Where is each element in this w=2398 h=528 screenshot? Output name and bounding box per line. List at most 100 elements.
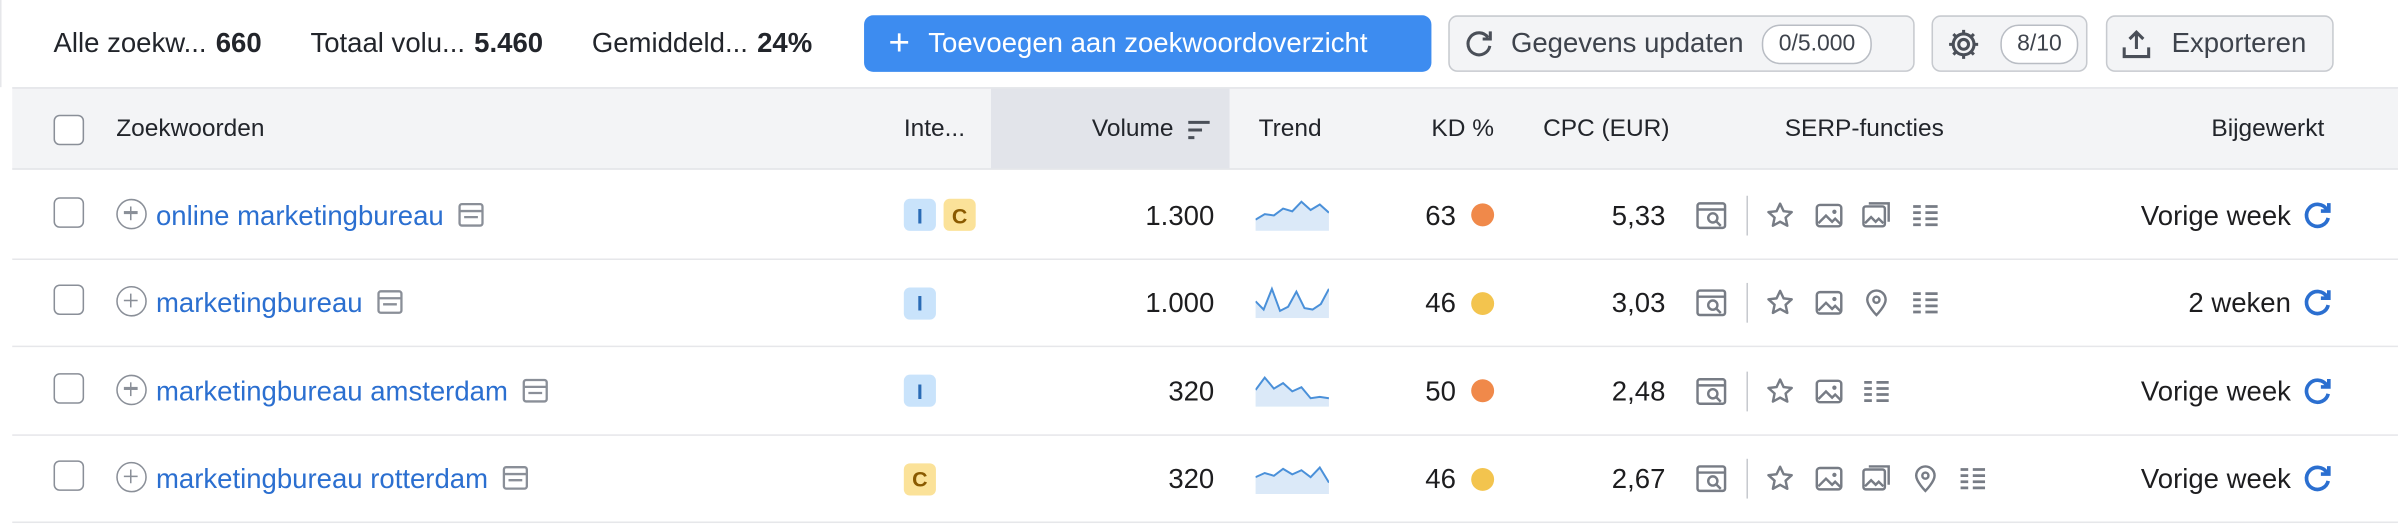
serp-divider [1746,194,1748,235]
keyword-link[interactable]: marketingbureau amsterdam [156,375,549,407]
settings-button[interactable]: 8/10 [1931,15,2088,72]
trend-sparkline [1254,369,1330,413]
star-icon [1765,288,1796,319]
add-keyword-icon[interactable] [116,461,147,493]
kd-value: 50 [1425,375,1456,407]
row-checkbox[interactable] [53,372,85,403]
stat-average: Gemiddeld... 24% [591,27,813,59]
serp-preview-icon[interactable] [457,201,485,227]
add-to-keyword-manager-button[interactable]: + Toevoegen aan zoekwoordoverzicht [864,15,1432,72]
column-updated[interactable]: Bijgewerkt [2211,116,2324,144]
keyword-link[interactable]: marketingbureau rotterdam [156,463,529,495]
image-icon [1813,375,1844,406]
upload-icon [2120,27,2154,61]
cpc-value: 2,67 [1611,463,1666,494]
table-row: marketingbureau rotterdam C 320 46 2,67 … [12,435,2398,524]
intent-badge-commercial: C [943,198,976,231]
intent-badge-informational: I [903,198,936,231]
table-row: marketingbureau I 1.000 46 3,03 2 weken [12,259,2398,348]
serp-preview-icon[interactable] [522,377,550,403]
stat-total-volume: Totaal volu... 5.460 [310,27,544,59]
serp-snapshot-icon[interactable] [1694,198,1728,232]
updated-value: 2 weken [2188,287,2291,319]
volume-value: 1.300 [1145,199,1215,231]
table-header: Zoekwoorden Inte... Volume Trend KD % CP… [12,87,2398,170]
kd-value: 46 [1425,287,1456,319]
stat-all-keywords: Alle zoekw... 660 [53,27,262,59]
kd-value: 63 [1425,199,1456,231]
intent-badge-informational: I [903,374,936,407]
kd-difficulty-dot [1471,379,1495,403]
column-keywords[interactable]: Zoekwoorden [116,116,264,144]
list-icon [1958,463,1989,494]
intent-badge-commercial: C [903,462,936,495]
refresh-row-icon[interactable] [2300,198,2334,232]
column-trend[interactable]: Trend [1259,116,1322,144]
volume-value: 320 [1168,463,1215,494]
row-checkbox[interactable] [53,460,85,491]
volume-value: 320 [1168,375,1215,407]
row-checkbox[interactable] [53,196,85,228]
update-data-button[interactable]: Gegevens updaten 0/5.000 [1448,15,1915,72]
star-icon [1765,463,1796,494]
cpc-value: 5,33 [1611,199,1666,231]
add-keyword-icon[interactable] [116,285,147,317]
gear-icon [1945,25,1982,62]
keyword-link[interactable]: marketingbureau [156,288,404,320]
column-kd[interactable]: KD % [1431,116,1494,144]
column-cpc[interactable]: CPC (EUR) [1543,116,1669,144]
keyword-link[interactable]: online marketingbureau [156,200,485,232]
select-all-checkbox[interactable] [53,114,85,146]
list-icon [1861,375,1892,406]
plus-icon: + [888,22,910,64]
image-icon [1813,288,1844,319]
list-icon [1909,200,1940,231]
kd-value: 46 [1425,463,1456,494]
row-checkbox[interactable] [53,284,85,316]
serp-divider [1746,458,1748,499]
refresh-row-icon[interactable] [2300,374,2334,408]
trend-sparkline [1255,457,1330,501]
add-keyword-icon[interactable] [116,198,147,229]
sort-descending-icon[interactable] [1187,119,1211,140]
trend-sparkline [1254,281,1330,325]
trend-sparkline [1255,193,1330,237]
kd-difficulty-dot [1471,467,1495,491]
cpc-value: 2,48 [1611,375,1666,407]
updated-value: Vorige week [2140,199,2291,231]
serp-preview-icon[interactable] [502,465,530,491]
serp-snapshot-icon[interactable] [1694,374,1728,408]
star-icon [1765,375,1796,406]
kd-difficulty-dot [1471,291,1495,315]
serp-divider [1746,370,1748,411]
list-icon [1909,288,1940,319]
image-icon [1813,200,1844,231]
refresh-row-icon[interactable] [2300,462,2334,496]
export-button[interactable]: Exporteren [2105,15,2334,72]
update-quota-badge: 0/5.000 [1761,23,1873,64]
image-pack-icon [1861,463,1892,494]
intent-badge-informational: I [903,286,936,319]
kd-difficulty-dot [1471,203,1495,227]
column-volume[interactable]: Volume [1092,116,1174,144]
table-row: online marketingbureau IC 1.300 63 5,33 … [12,171,2398,260]
serp-divider [1746,282,1748,323]
cpc-value: 3,03 [1611,287,1666,319]
updated-value: Vorige week [2140,463,2291,494]
serp-snapshot-icon[interactable] [1694,286,1728,320]
refresh-row-icon[interactable] [2300,286,2334,320]
serp-preview-icon[interactable] [376,289,404,315]
add-keyword-icon[interactable] [116,373,147,405]
updated-value: Vorige week [2140,375,2291,407]
serp-snapshot-icon[interactable] [1694,462,1728,496]
image-icon [1813,463,1844,494]
keyword-table-panel: Alle zoekw... 660 Totaal volu... 5.460 Gem… [0,0,2398,528]
local-pack-icon [1909,463,1940,494]
toolbar: Alle zoekw... 660 Totaal volu... 5.460 Gem… [0,0,2398,88]
star-icon [1765,200,1796,231]
local-pack-icon [1861,288,1892,319]
refresh-icon [1462,27,1496,61]
column-serp-features[interactable]: SERP-functies [1785,116,1944,144]
column-intent[interactable]: Inte... [904,116,965,144]
volume-value: 1.000 [1145,287,1215,319]
